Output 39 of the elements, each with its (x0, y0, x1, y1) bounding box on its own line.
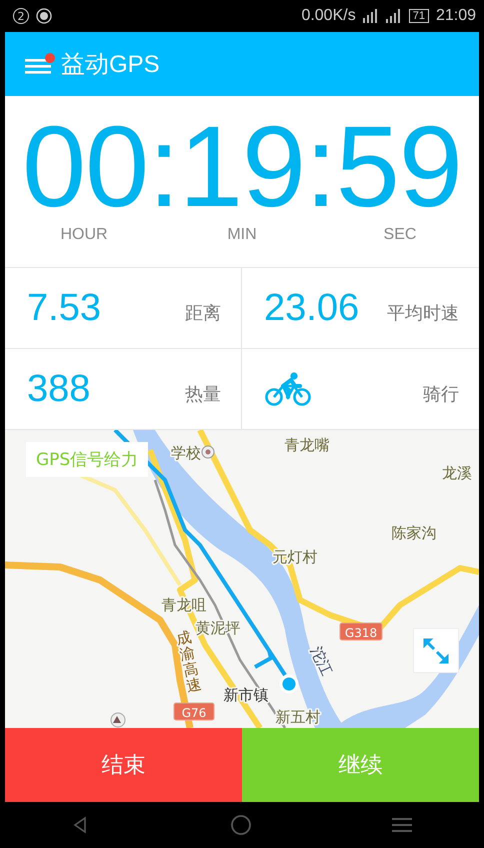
place-label: 陈家沟 (392, 524, 436, 542)
home-icon[interactable] (230, 814, 252, 836)
battery-level: 71 (408, 9, 429, 23)
place-label: 新五村 (276, 708, 320, 726)
time-unit-label: SEC (382, 226, 418, 244)
menu-icon[interactable] (392, 816, 414, 834)
app-title: 益动GPS (61, 50, 160, 80)
clock-time: 21:09 (436, 7, 476, 25)
menu-icon[interactable] (25, 53, 55, 75)
action-button[interactable]: 继续 (242, 728, 479, 802)
time-unit-label: MIN (226, 226, 258, 244)
place-label: 龙溪 (442, 464, 472, 482)
cyclist-icon (264, 372, 312, 406)
gps-signal-label: GPS信号给力 (26, 442, 148, 477)
road-shield: G76 (174, 702, 214, 720)
stat-label: 热量 (185, 383, 221, 406)
signal-icon (386, 9, 402, 23)
place-label: 青龙嘴 (284, 436, 330, 454)
network-speed: 0.00K/s (301, 7, 356, 25)
road-shield: G318 (340, 622, 382, 640)
place-label: 沱江 (307, 644, 336, 678)
mountain-icon (110, 712, 126, 728)
expand-icon (422, 636, 450, 664)
stat-label: 骑行 (423, 383, 459, 406)
stat-label: 平均时速 (387, 302, 459, 325)
notification-count: 2 (13, 8, 29, 24)
stat-value: 23.06 (264, 286, 360, 330)
fullscreen-button[interactable] (413, 628, 459, 673)
signal-icon (362, 9, 379, 23)
place-label: 学校 (171, 444, 201, 462)
elapsed-time: 00:19:59 (22, 108, 462, 226)
stat-label: 距离 (185, 302, 221, 325)
stat-value: 7.53 (27, 286, 101, 330)
action-button[interactable]: 结束 (5, 728, 242, 802)
stat-value: 388 (27, 368, 90, 410)
school-icon (202, 446, 214, 458)
current-location-marker (280, 674, 298, 694)
record-icon (36, 8, 52, 24)
time-unit-label: HOUR (59, 226, 109, 244)
